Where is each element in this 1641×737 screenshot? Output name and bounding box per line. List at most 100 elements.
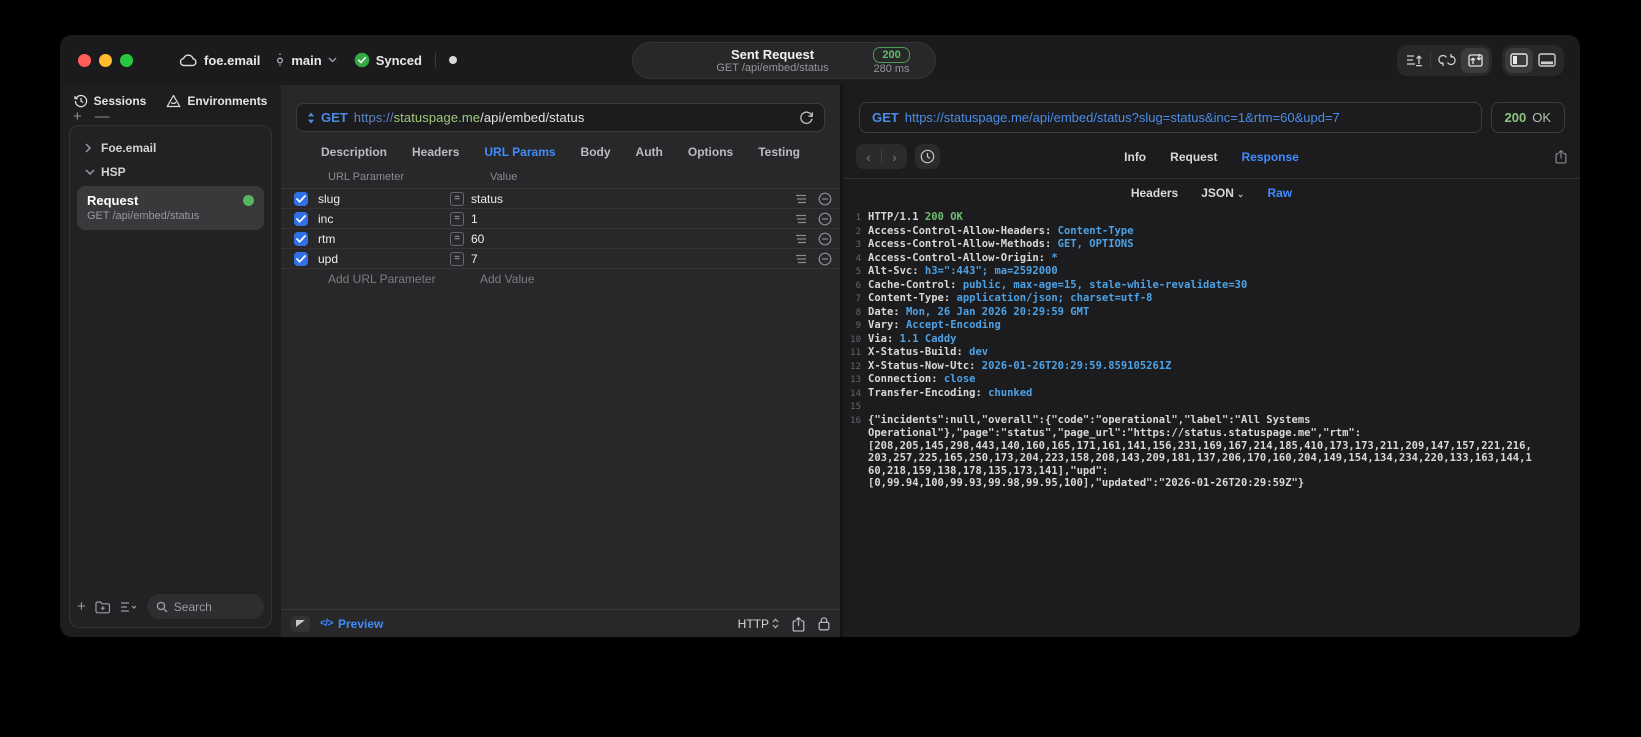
back-button[interactable]: ‹ xyxy=(856,144,881,169)
add-session-button[interactable]: + xyxy=(73,109,82,124)
import-box-arrows-icon xyxy=(1467,52,1484,68)
sync-loop-button[interactable] xyxy=(1433,48,1461,73)
response-body-line: 11 X-Status-Build: dev xyxy=(843,346,1580,360)
history-button[interactable] xyxy=(915,144,940,169)
sync-status-label: Synced xyxy=(375,52,422,68)
sync-status[interactable]: Synced xyxy=(354,52,422,68)
toggle-sidebar-button[interactable] xyxy=(1505,47,1533,73)
param-checkbox[interactable] xyxy=(294,231,308,246)
response-body-line: 203,257,225,165,250,173,204,223,158,208,… xyxy=(843,452,1580,465)
resend-request-button[interactable] xyxy=(799,110,814,125)
search-icon xyxy=(156,601,168,613)
response-body-line: 3 Access-Control-Allow-Methods: GET, OPTI… xyxy=(843,238,1580,252)
close-window-button[interactable] xyxy=(78,53,91,67)
tab-url-params[interactable]: URL Params xyxy=(484,145,555,159)
response-subtab-headers[interactable]: Headers xyxy=(1131,186,1178,200)
forward-button[interactable]: › xyxy=(882,144,907,169)
share-request-button[interactable] xyxy=(792,616,805,632)
new-folder-button[interactable] xyxy=(95,600,111,614)
view-options-button[interactable] xyxy=(120,601,138,613)
tab-description[interactable]: Description xyxy=(321,145,387,159)
line-number: 10 xyxy=(850,334,861,345)
url-scheme: https:// xyxy=(353,110,394,125)
synced-check-icon xyxy=(354,52,370,68)
tab-sessions[interactable]: Sessions xyxy=(74,94,146,108)
response-body-line: 2 Access-Control-Allow-Headers: Content-T… xyxy=(843,225,1580,239)
line-number xyxy=(843,452,868,465)
tab-headers[interactable]: Headers xyxy=(412,145,459,159)
reorder-handle-icon[interactable] xyxy=(795,234,807,244)
add-url-parameter-field[interactable]: Add URL Parameter xyxy=(328,272,480,286)
param-value-field[interactable]: 60 xyxy=(464,232,795,246)
collapse-editor-button[interactable] xyxy=(291,615,310,632)
reorder-handle-icon[interactable] xyxy=(795,214,807,224)
sort-export-button[interactable] xyxy=(1400,48,1428,73)
tab-options[interactable]: Options xyxy=(688,145,733,159)
tree-item-foe-email[interactable]: Foe.email xyxy=(77,136,264,160)
search-input[interactable]: Search xyxy=(146,594,264,619)
response-tab-response[interactable]: Response xyxy=(1241,150,1298,164)
param-value-field[interactable]: 7 xyxy=(464,252,795,266)
branch-switcher[interactable]: main xyxy=(275,53,337,68)
tab-auth[interactable]: Auth xyxy=(636,145,663,159)
import-requests-button[interactable] xyxy=(1461,47,1489,73)
chevron-right-icon xyxy=(85,143,93,153)
tree-item-label: Foe.email xyxy=(101,141,157,155)
share-response-button[interactable] xyxy=(1555,149,1567,164)
response-tab-request[interactable]: Request xyxy=(1170,150,1217,164)
param-checkbox[interactable] xyxy=(294,211,308,226)
request-list-item-selected[interactable]: Request GET /api/embed/status xyxy=(77,186,264,230)
tab-testing[interactable]: Testing xyxy=(758,145,800,159)
protocol-selector[interactable]: HTTP xyxy=(738,617,779,631)
response-subtab-json[interactable]: JSON ⌄ xyxy=(1201,186,1244,200)
request-method[interactable]: GET xyxy=(321,110,348,125)
preview-button[interactable]: </> Preview xyxy=(320,617,383,631)
layout-bottom-panel-icon xyxy=(1538,53,1556,67)
request-editor-panel: GET https://statuspage.me/api/embed/stat… xyxy=(281,85,840,637)
tab-environments[interactable]: Environments xyxy=(166,94,267,108)
tab-body[interactable]: Body xyxy=(581,145,611,159)
minimize-window-button[interactable] xyxy=(99,53,112,67)
url-path: /api/embed/status xyxy=(480,110,585,125)
add-parameter-row: Add URL Parameter Add Value xyxy=(281,268,840,289)
method-stepper-icon[interactable] xyxy=(307,112,315,124)
line-number: 5 xyxy=(855,267,861,277)
param-name-field[interactable]: slug xyxy=(308,192,450,206)
add-request-button[interactable]: + xyxy=(77,599,86,614)
delete-param-button[interactable] xyxy=(818,192,832,206)
line-content: Access-Control-Allow-Origin: * xyxy=(868,251,1058,264)
chevron-down-icon xyxy=(328,57,337,63)
zoom-window-button[interactable] xyxy=(120,53,133,67)
sent-request-summary[interactable]: Sent Request GET /api/embed/status 200 2… xyxy=(631,42,936,79)
line-content: Date: Mon, 26 Jan 2026 20:29:59 GMT xyxy=(868,305,1090,318)
param-checkbox[interactable] xyxy=(294,251,308,266)
project-name: foe.email xyxy=(204,52,261,68)
delete-param-button[interactable] xyxy=(818,252,832,266)
response-tab-info[interactable]: Info xyxy=(1124,150,1146,164)
response-subtab-raw[interactable]: Raw xyxy=(1267,186,1292,200)
sent-url-box[interactable]: GET https://statuspage.me/api/embed/stat… xyxy=(859,102,1482,133)
response-method: GET xyxy=(872,110,899,125)
delete-param-button[interactable] xyxy=(818,212,832,226)
sent-url: https://statuspage.me/api/embed/status?s… xyxy=(904,110,1340,125)
param-name-field[interactable]: rtm xyxy=(308,232,450,246)
param-value-field[interactable]: status xyxy=(464,192,795,206)
toggle-bottom-panel-button[interactable] xyxy=(1533,48,1561,73)
response-body-line: Operational"},"page":"status","page_url"… xyxy=(843,427,1580,440)
reorder-handle-icon[interactable] xyxy=(795,254,807,264)
param-name-field[interactable]: upd xyxy=(308,252,450,266)
param-value-field[interactable]: 1 xyxy=(464,212,795,226)
response-raw-body[interactable]: 1 HTTP/1.1 200 OK 2 Access-Control-Allow-He… xyxy=(843,206,1580,637)
reorder-handle-icon[interactable] xyxy=(795,194,807,204)
param-checkbox[interactable] xyxy=(294,191,308,206)
tree-item-hsp[interactable]: HSP xyxy=(77,160,264,184)
remove-session-button[interactable]: — xyxy=(95,109,110,124)
toolbar-divider xyxy=(1430,52,1431,68)
param-name-field[interactable]: inc xyxy=(308,212,450,226)
add-value-field[interactable]: Add Value xyxy=(480,272,535,286)
lock-icon[interactable] xyxy=(818,616,830,631)
project-switcher[interactable]: foe.email xyxy=(179,53,260,68)
request-url-bar[interactable]: GET https://statuspage.me/api/embed/stat… xyxy=(296,103,825,132)
response-status-code: 200 xyxy=(1504,110,1527,125)
delete-param-button[interactable] xyxy=(818,232,832,246)
